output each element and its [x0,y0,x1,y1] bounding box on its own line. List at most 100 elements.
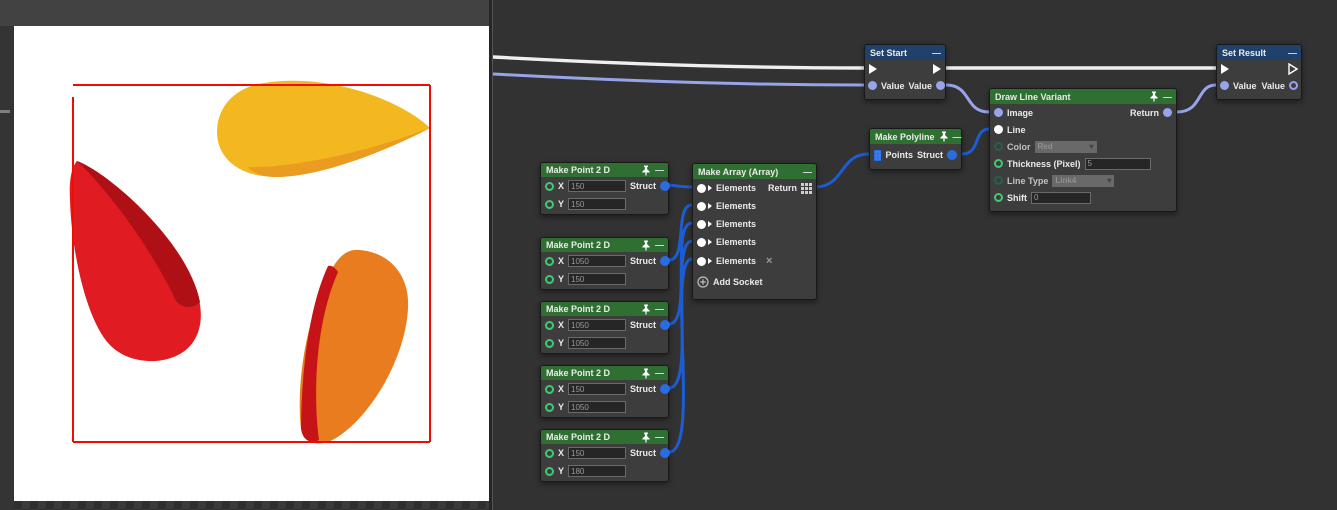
color-socket[interactable] [994,142,1003,151]
thickness-socket[interactable] [994,159,1003,168]
pin-icon[interactable] [641,432,651,443]
pin-icon[interactable] [641,304,651,315]
elements-in-socket[interactable] [697,257,706,266]
node-set-start-header[interactable]: Set Start — [865,45,945,60]
node-make-array-header[interactable]: Make Array (Array) — [693,164,816,179]
y-input[interactable] [568,465,626,477]
node-make-point-header[interactable]: Make Point 2 D — [541,430,668,444]
struct-out-socket[interactable] [660,181,670,191]
collapse-button[interactable]: — [655,368,663,378]
struct-out-socket[interactable] [660,448,670,458]
struct-out-socket[interactable] [660,256,670,266]
struct-out-socket[interactable] [660,384,670,394]
delete-socket-icon[interactable]: × [766,256,772,266]
x-socket[interactable] [545,449,554,458]
collapse-button[interactable]: — [655,165,663,175]
value-in-socket[interactable] [1220,81,1229,90]
collapse-button[interactable]: — [1163,92,1171,102]
node-title: Make Point 2 D [546,432,637,442]
x-socket[interactable] [545,385,554,394]
elements-in-socket[interactable] [697,202,706,211]
value-in-socket[interactable] [868,81,877,90]
return-array-socket[interactable] [801,183,812,194]
x-input[interactable] [568,319,626,331]
x-input[interactable] [568,383,626,395]
node-set-result[interactable]: Set Result — Value Value [1216,44,1302,100]
collapse-button[interactable]: — [655,432,663,442]
y-input[interactable] [568,273,626,285]
node-make-point-2d[interactable]: Make Point 2 D — X Struct Y [540,162,669,215]
line-type-socket[interactable] [994,176,1003,185]
x-socket[interactable] [545,321,554,330]
x-input[interactable] [568,180,626,192]
node-make-point-header[interactable]: Make Point 2 D — [541,238,668,252]
elements-label: Elements [716,201,756,211]
image-in-socket[interactable] [994,108,1003,117]
pin-icon[interactable] [641,165,651,176]
node-make-point-2d[interactable]: Make Point 2 D — X Struct Y [540,301,669,354]
struct-out-socket[interactable] [947,150,957,160]
y-socket[interactable] [545,200,554,209]
add-socket-button[interactable]: Add Socket [713,277,763,287]
y-input[interactable] [568,198,626,210]
node-set-start[interactable]: Set Start — Value Value [864,44,946,100]
plus-circle-icon[interactable] [697,276,709,288]
elements-in-socket[interactable] [697,238,706,247]
splitter-handle[interactable] [0,110,10,113]
shift-input[interactable] [1031,192,1091,204]
chevron-down-icon: ▾ [1089,142,1093,151]
panel-divider[interactable] [489,0,493,510]
exec-out-socket[interactable] [1288,63,1298,75]
node-draw-line-variant[interactable]: Draw Line Variant — Image Return Line Co… [989,88,1177,212]
line-type-dropdown[interactable]: Link4 ▾ [1052,175,1114,187]
node-make-polyline[interactable]: Make Polyline — Points Struct [869,128,962,170]
value-out-socket[interactable] [1289,81,1298,90]
exec-in-socket[interactable] [868,63,878,75]
line-in-socket[interactable] [994,125,1003,134]
elements-in-socket[interactable] [697,184,706,193]
y-socket[interactable] [545,275,554,284]
pin-icon[interactable] [641,240,651,251]
node-make-array[interactable]: Make Array (Array) — Elements Return Ele… [692,163,817,300]
node-make-point-header[interactable]: Make Point 2 D — [541,302,668,316]
y-input[interactable] [568,337,626,349]
node-make-point-header[interactable]: Make Point 2 D — [541,366,668,380]
node-draw-line-header[interactable]: Draw Line Variant — [990,89,1176,104]
collapse-button[interactable]: — [953,132,961,142]
exec-in-socket[interactable] [1220,63,1230,75]
x-socket[interactable] [545,182,554,191]
chevron-down-icon: ▾ [1107,176,1111,185]
return-out-socket[interactable] [1163,108,1172,117]
collapse-button[interactable]: — [655,240,663,250]
collapse-button[interactable]: — [655,304,663,314]
x-input[interactable] [568,255,626,267]
elements-in-socket[interactable] [697,220,706,229]
pin-icon[interactable] [939,131,949,142]
node-make-point-header[interactable]: Make Point 2 D — [541,163,668,177]
node-make-point-2d[interactable]: Make Point 2 D — X Struct Y [540,429,669,482]
color-dropdown[interactable]: Red ▾ [1035,141,1097,153]
node-make-point-2d[interactable]: Make Point 2 D — X Struct Y [540,237,669,290]
value-out-label: Value [1261,81,1285,91]
node-make-polyline-header[interactable]: Make Polyline — [870,129,961,144]
x-input[interactable] [568,447,626,459]
node-set-result-header[interactable]: Set Result — [1217,45,1301,60]
node-make-point-2d[interactable]: Make Point 2 D — X Struct Y [540,365,669,418]
thickness-input[interactable] [1085,158,1151,170]
line-type-row: Line Type Link4 ▾ [990,172,1176,189]
y-socket[interactable] [545,467,554,476]
value-out-socket[interactable] [936,81,945,90]
collapse-button[interactable]: — [1288,48,1296,58]
shift-socket[interactable] [994,193,1003,202]
collapse-button[interactable]: — [803,167,811,177]
y-socket[interactable] [545,403,554,412]
y-input[interactable] [568,401,626,413]
points-in-array-socket[interactable] [874,150,881,161]
pin-icon[interactable] [641,368,651,379]
pin-icon[interactable] [1149,91,1159,102]
y-socket[interactable] [545,339,554,348]
exec-out-socket[interactable] [932,63,942,75]
collapse-button[interactable]: — [932,48,940,58]
struct-out-socket[interactable] [660,320,670,330]
x-socket[interactable] [545,257,554,266]
